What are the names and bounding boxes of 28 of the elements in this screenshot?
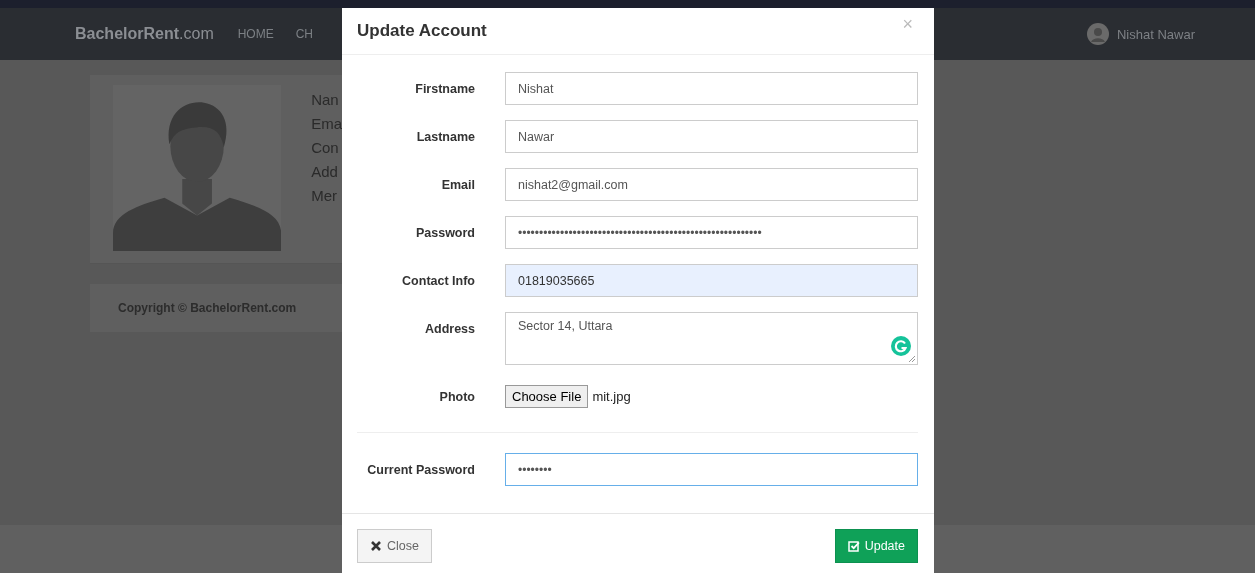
resize-grip-icon[interactable] (908, 355, 916, 364)
field-label: Contact Info (401, 273, 475, 288)
password-field[interactable]: •••••••• (505, 453, 918, 487)
address-field[interactable]: Sector 14, Uttara (505, 312, 918, 366)
brand-logo[interactable]: BachelorRent.com (75, 25, 214, 43)
input-field[interactable]: Nawar (505, 120, 918, 154)
field-label: Lastname (415, 129, 475, 144)
choose-file-button[interactable]: Choose File (505, 385, 589, 409)
close-button[interactable]: Close (357, 529, 432, 564)
input-field[interactable]: Nishat (505, 72, 918, 106)
file-name: mit.jpg (592, 389, 631, 405)
password-field[interactable]: •••••••••••••••••••••••••••••••••••••••••••••••••••••••••• (505, 216, 918, 250)
field-label: Password (414, 225, 475, 240)
grammarly-icon[interactable] (891, 336, 911, 357)
field-label: Firstname (414, 81, 475, 96)
field-value: Sector 14, Uttara (518, 319, 613, 334)
input-field[interactable]: nishat2@gmail.com (505, 168, 918, 202)
field-label: Photo (438, 389, 475, 404)
modal-title: Update Account (357, 21, 487, 42)
check-square-icon (847, 540, 860, 553)
user-name[interactable]: Nishat Nawar (1116, 26, 1195, 42)
avatar-icon[interactable] (1086, 23, 1109, 45)
field-label: Email (440, 177, 475, 192)
input-field[interactable]: 01819035665 (505, 264, 918, 298)
field-label: Current Password (366, 462, 475, 477)
x-icon (370, 540, 382, 553)
nav-link[interactable]: CH (295, 27, 314, 41)
field-label: Address (423, 322, 475, 337)
